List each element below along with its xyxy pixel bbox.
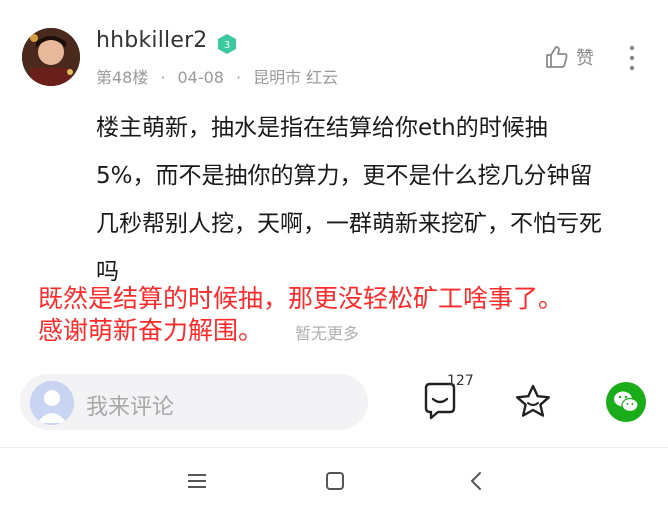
like-button[interactable]: 赞 (544, 44, 594, 70)
level-badge-icon: 3 (216, 33, 238, 55)
menu-icon[interactable] (186, 470, 208, 496)
comment-input[interactable]: 我来评论 (86, 389, 174, 421)
post-date: 04-08 (177, 68, 224, 87)
thumbs-up-icon (546, 46, 568, 68)
back-chevron-icon[interactable] (466, 470, 488, 496)
more-vertical-icon[interactable] (626, 42, 638, 74)
post-location: 昆明市 红云 (253, 68, 339, 87)
home-square-icon[interactable] (324, 470, 346, 496)
user-avatar[interactable] (22, 28, 80, 86)
meta-separator: · (235, 68, 242, 87)
wechat-icon[interactable] (606, 382, 646, 422)
floor-number: 第48楼 (96, 68, 149, 87)
username[interactable]: hhbkiller2 (96, 28, 208, 53)
overlay-line: 感谢萌新奋力解围。 (38, 316, 264, 345)
post-content: 楼主萌新，抽水是指在结算给你eth的时候抽 5%，而不是抽你的算力，更不是什么挖… (96, 104, 656, 296)
comment-avatar (30, 381, 74, 425)
level-number: 3 (224, 40, 230, 51)
content-line: 楼主萌新，抽水是指在结算给你eth的时候抽 (96, 115, 548, 141)
divider (0, 447, 668, 448)
star-icon[interactable] (513, 382, 553, 422)
post-meta: 第48楼 · 04-08 · 昆明市 红云 (96, 64, 338, 88)
meta-separator: · (160, 68, 166, 87)
comment-count: 127 (447, 373, 474, 389)
content-line: 几秒帮别人挖，天啊，一群萌新来挖矿，不怕亏死 (96, 211, 602, 237)
like-label: 赞 (576, 48, 594, 69)
overlay-line: 既然是结算的时候抽，那更没轻松矿工啥事了。 (38, 284, 564, 313)
overlay-annotation: 既然是结算的时候抽，那更没轻松矿工啥事了。 感谢萌新奋力解围。 (38, 283, 563, 347)
content-line: 5%，而不是抽你的算力，更不是什么挖几分钟留 (96, 163, 593, 189)
